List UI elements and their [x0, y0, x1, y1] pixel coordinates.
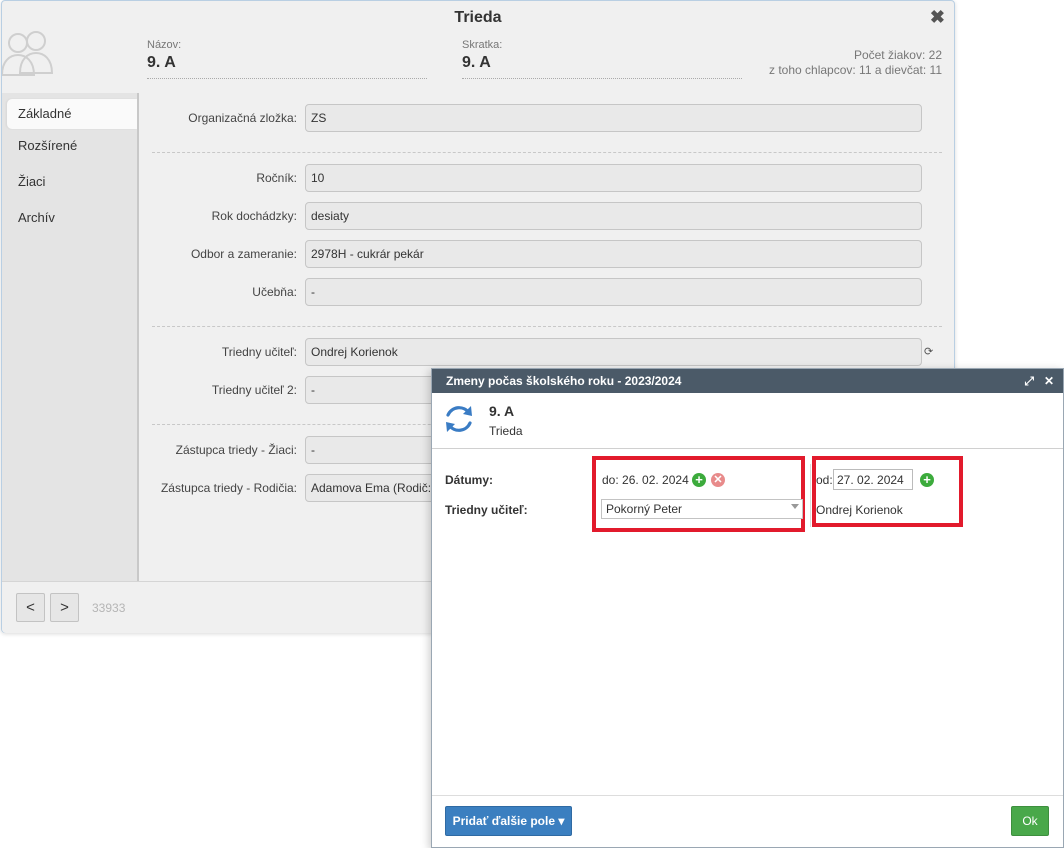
highlight-left-column — [592, 456, 805, 532]
rep-parents-label: Zástupca triedy - Rodičia: — [160, 481, 297, 495]
start-date-prefix: od: — [816, 473, 833, 487]
rep-students-label: Zástupca triedy - Žiaci: — [175, 443, 297, 457]
window-title: Trieda — [454, 9, 502, 26]
classroom-row: Učebňa: - — [150, 278, 944, 306]
field-of-study-label: Odbor a zameranie: — [190, 247, 297, 261]
sidebar-item-students[interactable]: Žiaci — [2, 165, 137, 201]
divider — [152, 326, 942, 327]
name-field: Názov: 9. A — [147, 39, 427, 79]
next-button[interactable]: > — [50, 593, 79, 622]
name-label: Názov: — [147, 39, 182, 51]
grade-label: Ročník: — [256, 171, 297, 185]
attendance-year-label: Rok dochádzky: — [211, 209, 297, 223]
sidebar-item-archive[interactable]: Archív — [2, 201, 137, 237]
abbreviation-field: Skratka: 9. A — [462, 39, 742, 79]
remove-date-icon[interactable]: ✕ — [711, 473, 725, 487]
abbreviation-label: Skratka: — [462, 39, 503, 51]
current-teacher: Ondrej Korienok — [816, 503, 903, 517]
previous-button[interactable]: < — [16, 593, 45, 622]
add-field-button[interactable]: Pridať ďalšie pole ▾ — [445, 806, 572, 836]
attendance-year-row: Rok dochádzky: desiaty — [150, 202, 944, 230]
close-icon[interactable]: ✕ — [1044, 369, 1054, 393]
classroom-field[interactable]: - — [305, 278, 922, 306]
divider — [152, 152, 942, 153]
sidebar: Základné Rozšírené Žiaci Archív — [2, 93, 139, 581]
close-icon[interactable]: ✖ — [930, 8, 945, 26]
abbreviation-value: 9. A — [462, 54, 742, 79]
class-teacher-row: Triedny učiteľ: Ondrej Korienok ⟳ — [150, 338, 944, 366]
field-of-study-row: Odbor a zameranie: 2978H - cukrár pekár — [150, 240, 944, 268]
refresh-icon[interactable]: ⟳ — [924, 345, 933, 358]
class-teacher-2-label: Triedny učiteľ 2: — [211, 383, 297, 397]
dialog-title: Zmeny počas školského roku - 2023/2024 — [446, 374, 682, 388]
entity-name: 9. A — [489, 403, 515, 419]
org-unit-row: Organizačná zložka: ZS — [150, 104, 944, 132]
group-avatar-icon — [2, 31, 54, 76]
divider — [432, 448, 1063, 449]
class-teacher-field[interactable]: Ondrej Korienok — [305, 338, 922, 366]
dates-label: Dátumy: — [445, 473, 494, 487]
classroom-label: Učebňa: — [252, 285, 297, 299]
chevron-down-icon — [791, 504, 799, 509]
attendance-year-field[interactable]: desiaty — [305, 202, 922, 230]
add-date-icon[interactable]: + — [692, 473, 706, 487]
class-teacher-label: Triedny učiteľ: — [221, 345, 297, 359]
add-date-icon[interactable]: + — [920, 473, 934, 487]
ok-button[interactable]: Ok — [1011, 806, 1049, 836]
org-unit-label: Organizačná zložka: — [188, 111, 297, 125]
end-date-text: do: 26. 02. 2024 — [602, 473, 689, 487]
dialog-header: Zmeny počas školského roku - 2023/2024 ⤢… — [432, 369, 1063, 393]
start-date-input[interactable]: 27. 02. 2024 — [833, 469, 913, 490]
sidebar-item-basic[interactable]: Základné — [7, 99, 137, 129]
dialog-footer — [432, 795, 1063, 796]
grade-field[interactable]: 10 — [305, 164, 922, 192]
sidebar-item-extended[interactable]: Rozšírené — [2, 129, 137, 165]
field-of-study-field[interactable]: 2978H - cukrár pekár — [305, 240, 922, 268]
teacher-select-value: Pokorný Peter — [606, 502, 683, 516]
record-id: 33933 — [92, 601, 126, 615]
name-value: 9. A — [147, 54, 427, 79]
grade-row: Ročník: 10 — [150, 164, 944, 192]
sync-icon — [446, 406, 472, 432]
gender-breakdown: z toho chlapcov: 11 a dievčat: 11 — [769, 63, 942, 77]
student-count: Počet žiakov: 22 — [853, 48, 942, 62]
expand-icon[interactable]: ⤢ — [1024, 369, 1034, 393]
entity-type: Trieda — [489, 424, 523, 438]
class-teacher-label: Triedny učiteľ: — [445, 503, 528, 517]
student-stats: Počet žiakov: 22 z toho chlapcov: 11 a d… — [769, 48, 942, 78]
changes-dialog: Zmeny počas školského roku - 2023/2024 ⤢… — [431, 368, 1064, 848]
teacher-select[interactable]: Pokorný Peter — [601, 499, 803, 519]
column-divider — [810, 464, 811, 527]
org-unit-field[interactable]: ZS — [305, 104, 922, 132]
